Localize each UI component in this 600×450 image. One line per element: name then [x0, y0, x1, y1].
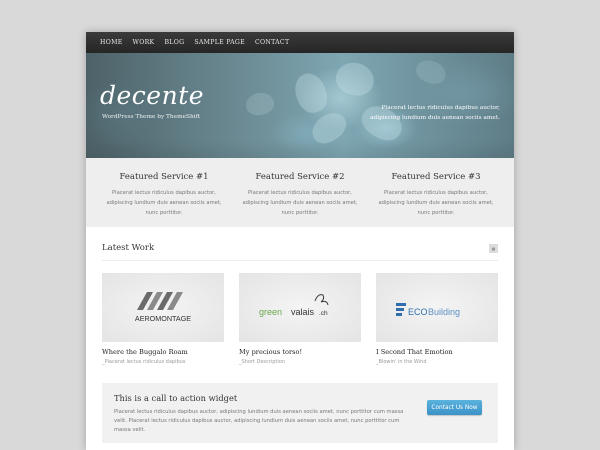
service-title[interactable]: Featured Service #3 — [374, 172, 498, 182]
aeromontage-logo-icon: AEROMONTAGE — [135, 291, 191, 323]
cta-text: Placerat lectus ridiculus dapibus auctor… — [114, 409, 404, 433]
featured-services: Featured Service #1 Placerat lectus ridi… — [86, 158, 514, 227]
service-text: Placerat lectus ridiculus dapibus auctor… — [106, 190, 222, 216]
nav-item-home[interactable]: HOME — [100, 39, 123, 46]
site-tagline: WordPress Theme by ThemeShift — [102, 114, 201, 120]
portfolio-subtitle: _Short Description — [239, 359, 285, 365]
call-to-action-widget: This is a call to action widget Placerat… — [102, 383, 498, 443]
portfolio-grid: AEROMONTAGE Where the Buggalo Roam _Plac… — [102, 273, 498, 365]
svg-text:ECO: ECO — [408, 307, 428, 317]
nav-item-sample-page[interactable]: SAMPLE PAGE — [194, 39, 245, 46]
hero-leaf-decoration — [290, 69, 332, 117]
grid-view-icon[interactable]: ▦ — [489, 243, 498, 253]
portfolio-title[interactable]: My precious torso! — [239, 348, 361, 356]
hero-leaf-decoration — [244, 90, 276, 118]
portfolio-title[interactable]: Where the Buggalo Roam — [102, 348, 224, 356]
service-1: Featured Service #1 Placerat lectus ridi… — [96, 172, 232, 227]
nav-item-contact[interactable]: CONTACT — [255, 39, 289, 46]
green-valais-logo-icon: green valais .ch — [259, 293, 329, 317]
portfolio-subtitle: _Placerat lectus ridiculus dapibus — [102, 359, 186, 365]
service-3: Featured Service #3 Placerat lectus ridi… — [368, 172, 504, 227]
portfolio-title[interactable]: I Second That Emotion — [376, 348, 498, 356]
service-text: Placerat lectus ridiculus dapibus auctor… — [242, 190, 358, 216]
hero-shade — [86, 140, 514, 158]
latest-work-header: Latest Work ▦ — [102, 240, 498, 261]
latest-work-title: Latest Work — [102, 243, 155, 253]
svg-text:AEROMONTAGE: AEROMONTAGE — [135, 314, 191, 323]
service-title[interactable]: Featured Service #2 — [238, 172, 362, 182]
portfolio-thumbnail[interactable]: green valais .ch — [239, 273, 361, 342]
svg-text:green: green — [259, 307, 282, 317]
portfolio-thumbnail[interactable]: ECO Building — [376, 273, 498, 342]
service-text: Placerat lectus ridiculus dapibus auctor… — [378, 190, 494, 216]
nav-item-work[interactable]: WORK — [133, 39, 155, 46]
website-frame: HOME WORK BLOG SAMPLE PAGE CONTACT decen… — [86, 32, 514, 450]
portfolio-item[interactable]: green valais .ch My precious torso! _Sho… — [239, 273, 361, 365]
portfolio-thumbnail[interactable]: AEROMONTAGE — [102, 273, 224, 342]
nav-item-blog[interactable]: BLOG — [164, 39, 184, 46]
site-logo[interactable]: decente — [100, 81, 204, 110]
svg-text:valais: valais — [291, 307, 315, 317]
portfolio-item[interactable]: AEROMONTAGE Where the Buggalo Roam _Plac… — [102, 273, 224, 365]
svg-text:.ch: .ch — [319, 310, 328, 317]
service-title[interactable]: Featured Service #1 — [102, 172, 226, 182]
hero-description: Placerat lectus ridiculus dapibus auctor… — [370, 105, 500, 121]
portfolio-item[interactable]: ECO Building I Second That Emotion _Blow… — [376, 273, 498, 365]
portfolio-subtitle: _Blowin' in the Wind — [376, 359, 427, 365]
eco-building-logo-icon: ECO Building — [396, 302, 460, 317]
hero-banner: decente WordPress Theme by ThemeShift Pl… — [86, 53, 514, 158]
svg-text:Building: Building — [428, 307, 460, 317]
service-2: Featured Service #2 Placerat lectus ridi… — [232, 172, 368, 227]
latest-work-section: Latest Work ▦ AEROMONTAGE Where the Bugg… — [86, 227, 514, 365]
hero-leaf-decoration — [413, 56, 449, 88]
hero-leaf-decoration — [332, 58, 378, 100]
contact-us-button[interactable]: Contact Us Now — [427, 400, 482, 415]
top-navigation: HOME WORK BLOG SAMPLE PAGE CONTACT — [86, 32, 514, 53]
